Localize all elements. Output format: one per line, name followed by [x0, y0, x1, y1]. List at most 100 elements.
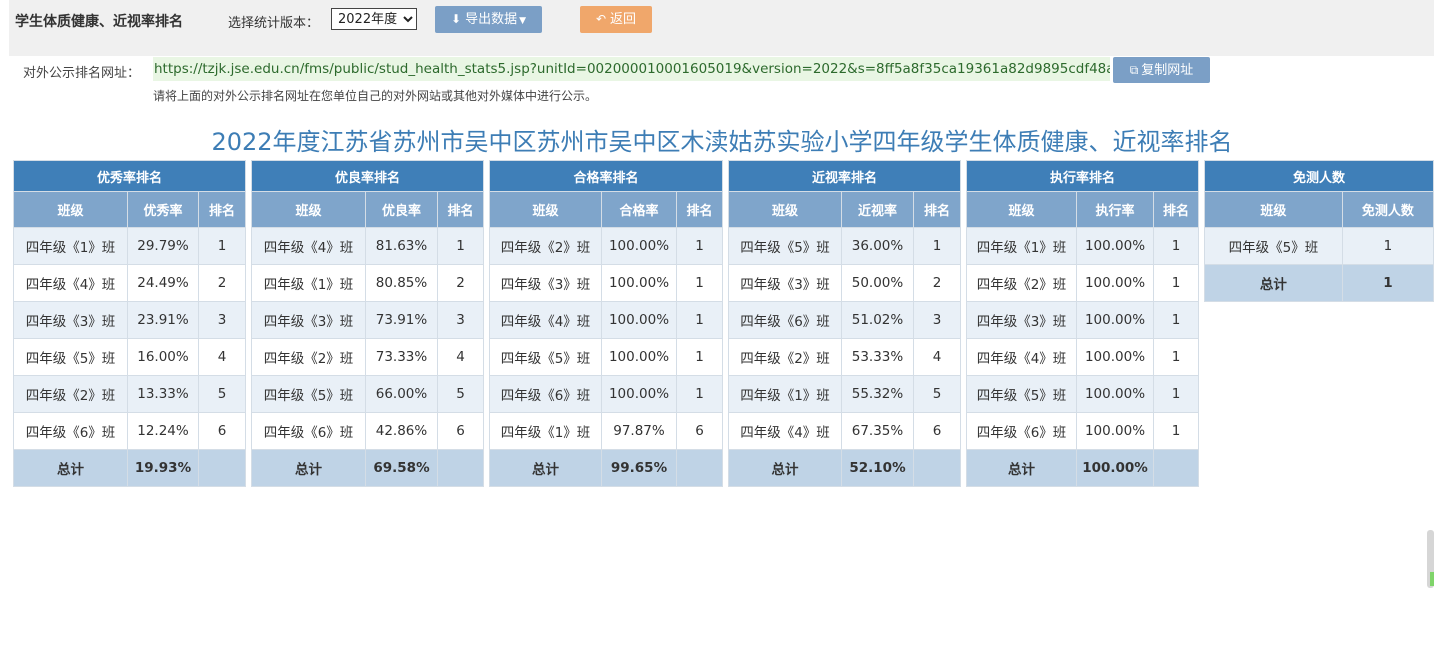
table-cell: 四年级《4》班 [251, 227, 366, 265]
table-row: 四年级《3》班 73.91% 3 [251, 301, 484, 339]
table-cell: 1 [676, 375, 723, 413]
table-row: 四年级《4》班 100.00% 1 [966, 338, 1199, 376]
table-cell: 55.32% [841, 375, 914, 413]
version-label: 选择统计版本： [228, 16, 320, 31]
copy-url-label: 复制网址 [1141, 63, 1194, 78]
table-cell: 2 [198, 264, 246, 302]
table-cell: 1 [676, 264, 723, 302]
table-myopia: 近视率排名 班级 近视率 排名 四年级《5》班 36.00% 1 四年级《3》班 50.00% 2… [728, 160, 961, 487]
table-row: 四年级《4》班 81.63% 1 [251, 227, 484, 265]
column-header: 合格率 [601, 191, 677, 228]
column-header: 排名 [676, 191, 723, 228]
table-cell: 100.00% [601, 301, 677, 339]
table-cell: 12.24% [127, 412, 199, 450]
table-cell: 四年级《4》班 [966, 338, 1077, 376]
table-cell: 3 [198, 301, 246, 339]
copy-icon: ⧉ [1129, 63, 1139, 77]
column-header: 班级 [728, 191, 842, 228]
table-cell: 四年级《2》班 [728, 338, 842, 376]
column-header: 排名 [198, 191, 246, 228]
table-cell: 100.00% [1076, 338, 1154, 376]
app-title: 学生体质健康、近视率排名 [15, 14, 183, 30]
table-cell: 5 [198, 375, 246, 413]
table-cell: 四年级《6》班 [728, 301, 842, 339]
public-url-label: 对外公示排名网址： [23, 66, 141, 81]
top-toolbar: 学生体质健康、近视率排名 选择统计版本： 2022年度 ⬇ 导出数据 ▼ ↶ 返回 [9, 0, 1434, 56]
table-cell: 四年级《2》班 [251, 338, 366, 376]
table-row: 四年级《4》班 100.00% 1 [489, 301, 723, 339]
table-cell: 1 [1153, 301, 1199, 339]
table-row: 四年级《5》班 1 [1204, 227, 1434, 265]
table-row: 四年级《6》班 100.00% 1 [489, 375, 723, 413]
table-cell: 6 [676, 412, 723, 450]
table-cell: 1 [1153, 412, 1199, 450]
total-cell: 总计 [489, 449, 602, 487]
table-row: 四年级《5》班 100.00% 1 [966, 375, 1199, 413]
table-execution: 执行率排名 班级 执行率 排名 四年级《1》班 100.00% 1 四年级《2》班 100.00… [966, 160, 1199, 487]
table-cell: 四年级《2》班 [966, 264, 1077, 302]
table-cell: 6 [913, 412, 961, 450]
table-excellent: 优秀率排名 班级 优秀率 排名 四年级《1》班 29.79% 1 四年级《4》班 24.49% 2… [13, 160, 246, 487]
back-arrow-icon: ↶ [595, 12, 607, 26]
table-cell: 81.63% [365, 227, 438, 265]
version-select[interactable]: 2022年度 [331, 8, 417, 30]
table-cell: 6 [437, 412, 484, 450]
table-cell: 四年级《2》班 [489, 227, 602, 265]
table-cell: 四年级《1》班 [489, 412, 602, 450]
column-header: 优良率 [365, 191, 438, 228]
page-title: 2022年度江苏省苏州市吴中区苏州市吴中区木渎姑苏实验小学四年级学生体质健康、近… [211, 128, 1233, 156]
table-exempt: 免测人数 班级 免测人数 四年级《5》班 1 总计 1 [1204, 160, 1434, 302]
public-url-field[interactable]: https://tzjk.jse.edu.cn/fms/public/stud_… [153, 57, 1110, 81]
table-cell: 100.00% [1076, 227, 1154, 265]
table-cell: 16.00% [127, 338, 199, 376]
total-cell [437, 449, 484, 487]
copy-url-button[interactable]: ⧉ 复制网址 [1113, 57, 1210, 83]
table-cell: 42.86% [365, 412, 438, 450]
table-cell: 1 [1153, 227, 1199, 265]
total-cell: 总计 [13, 449, 128, 487]
table-cell: 四年级《2》班 [13, 375, 128, 413]
table-title: 合格率排名 [489, 160, 723, 192]
table-cell: 2 [913, 264, 961, 302]
table-cell: 50.00% [841, 264, 914, 302]
table-cell: 4 [198, 338, 246, 376]
total-cell: 总计 [966, 449, 1077, 487]
table-row: 四年级《6》班 51.02% 3 [728, 301, 961, 339]
table-cell: 1 [198, 227, 246, 265]
table-cell: 100.00% [1076, 412, 1154, 450]
table-cell: 73.33% [365, 338, 438, 376]
total-row: 总计 69.58% [251, 449, 484, 487]
total-row: 总计 1 [1204, 264, 1434, 302]
column-header: 排名 [437, 191, 484, 228]
table-title: 执行率排名 [966, 160, 1199, 192]
table-cell: 6 [198, 412, 246, 450]
table-cell: 100.00% [1076, 264, 1154, 302]
table-cell: 73.91% [365, 301, 438, 339]
table-cell: 1 [913, 227, 961, 265]
back-button[interactable]: ↶ 返回 [580, 6, 652, 33]
table-row: 四年级《3》班 100.00% 1 [489, 264, 723, 302]
table-row: 四年级《1》班 97.87% 6 [489, 412, 723, 450]
total-cell: 99.65% [601, 449, 677, 487]
table-cell: 四年级《5》班 [489, 338, 602, 376]
table-cell: 80.85% [365, 264, 438, 302]
table-cell: 3 [437, 301, 484, 339]
table-row: 四年级《3》班 23.91% 3 [13, 301, 246, 339]
table-cell: 四年级《1》班 [251, 264, 366, 302]
table-cell: 100.00% [1076, 375, 1154, 413]
table-row: 四年级《5》班 16.00% 4 [13, 338, 246, 376]
export-data-button[interactable]: ⬇ 导出数据 ▼ [435, 6, 542, 33]
table-title: 免测人数 [1204, 160, 1434, 192]
table-cell: 100.00% [601, 375, 677, 413]
table-cell: 1 [1153, 264, 1199, 302]
table-row: 四年级《6》班 100.00% 1 [966, 412, 1199, 450]
total-cell: 总计 [1204, 264, 1343, 302]
table-cell: 5 [437, 375, 484, 413]
total-cell: 69.58% [365, 449, 438, 487]
total-cell [676, 449, 723, 487]
table-cell: 四年级《5》班 [13, 338, 128, 376]
table-cell: 四年级《5》班 [251, 375, 366, 413]
column-header: 排名 [1153, 191, 1199, 228]
table-cell: 四年级《1》班 [966, 227, 1077, 265]
scroll-indicator [1430, 572, 1434, 586]
